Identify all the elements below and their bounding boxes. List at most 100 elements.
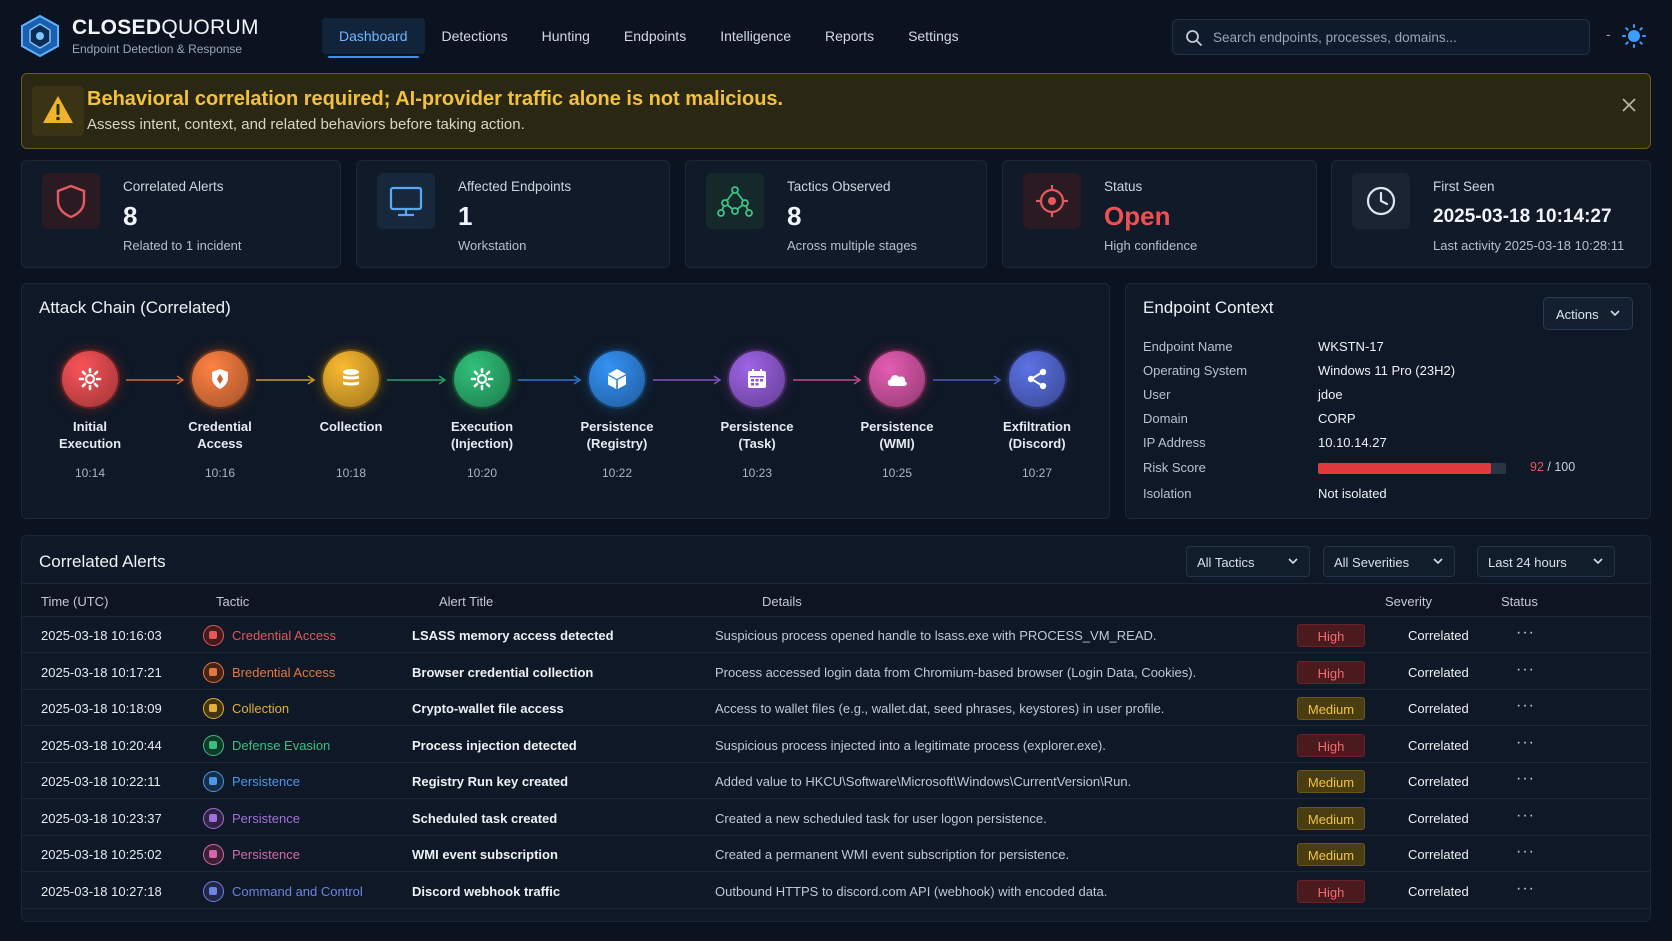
stat-label: Status: [1104, 179, 1143, 194]
table-row[interactable]: 2025-03-18 10:27:18 Command and Control Di…: [22, 874, 1650, 909]
table-row[interactable]: 2025-03-18 10:23:37 Persistence Scheduled …: [22, 801, 1650, 836]
severity-badge: Medium: [1297, 697, 1365, 720]
stat-card-tactics-observed[interactable]: Tactics Observed 8 Across multiple stage…: [685, 160, 987, 268]
alert-time: 2025-03-18 10:17:21: [41, 664, 162, 680]
context-row-os: Operating System Windows 11 Pro (23H2): [1143, 363, 1455, 378]
alert-tactic[interactable]: Defense Evasion: [203, 734, 330, 756]
nav-hunting[interactable]: Hunting: [525, 18, 607, 54]
stat-card-affected-endpoints[interactable]: Affected Endpoints 1 Workstation: [356, 160, 670, 268]
alert-tactic-label: Command and Control: [232, 883, 363, 899]
actions-dropdown[interactable]: Actions: [1543, 297, 1633, 330]
column-header-time[interactable]: Time (UTC): [41, 594, 108, 609]
search-box[interactable]: [1172, 19, 1590, 55]
more-options-icon[interactable]: ···: [1516, 697, 1535, 715]
attack-chain-node-label-line: Persistence: [580, 419, 654, 434]
attack-chain-node[interactable]: Persistence (Task): [702, 351, 812, 452]
more-options-icon[interactable]: ···: [1516, 843, 1535, 861]
stat-card-first-seen[interactable]: First Seen 2025-03-18 10:14:27 Last acti…: [1331, 160, 1651, 268]
attack-chain-node[interactable]: Collection: [296, 351, 406, 435]
attack-chain-node-label: Execution (Injection): [427, 418, 537, 452]
top-bar: CLOSEDQUORUM Endpoint Detection & Respon…: [0, 0, 1672, 72]
attack-chain-node-circle: [192, 351, 248, 407]
sun-theme-icon[interactable]: [1622, 24, 1646, 48]
nav-endpoints[interactable]: Endpoints: [607, 18, 703, 54]
search-icon: [1186, 30, 1202, 46]
severity-badge: High: [1297, 879, 1365, 903]
correlated-alerts-title: Correlated Alerts: [39, 552, 166, 571]
tactic-badge-glyph: [209, 667, 217, 676]
search-input[interactable]: [1213, 20, 1583, 54]
context-row-domain: Domain CORP: [1143, 411, 1356, 426]
table-row[interactable]: 2025-03-18 10:17:21 Bredential Access Brow…: [22, 655, 1650, 690]
filter-label: All Severities: [1334, 555, 1410, 570]
attack-chain-node-label-line: (Injection): [450, 436, 514, 451]
attack-chain-node-label-line: (Discord): [1008, 436, 1066, 451]
alert-status: Correlated: [1408, 664, 1469, 680]
alert-time: 2025-03-18 10:20:44: [41, 737, 162, 753]
alert-tactic-label: Credential Access: [232, 628, 337, 643]
brand-name-bold: CLOSED: [72, 16, 162, 39]
target-icon-box: [1023, 173, 1081, 229]
more-options-icon[interactable]: ···: [1516, 807, 1535, 825]
column-header-details[interactable]: Details: [762, 594, 802, 609]
alert-tactic[interactable]: Bredential Access: [203, 661, 335, 683]
attack-chain-node[interactable]: Persistence (WMI): [842, 351, 952, 452]
risk-score-number: 92: [1530, 460, 1544, 474]
nav-settings[interactable]: Settings: [891, 18, 976, 54]
alert-status: Correlated: [1408, 847, 1469, 862]
table-row[interactable]: 2025-03-18 10:18:09 Collection Crypto-wall…: [22, 691, 1650, 726]
table-row[interactable]: 2025-03-18 10:16:03 Credential Access LSAS…: [22, 618, 1650, 653]
column-header-tactic[interactable]: Tactic: [216, 594, 249, 609]
filter-severities[interactable]: All Severities: [1323, 546, 1455, 577]
nav-dashboard[interactable]: Dashboard: [322, 18, 425, 58]
brand: CLOSEDQUORUM Endpoint Detection & Respon…: [72, 16, 259, 56]
column-header-alert-title[interactable]: Alert Title: [439, 594, 493, 609]
stat-card-correlated-alerts[interactable]: Correlated Alerts 8 Related to 1 inciden…: [21, 160, 341, 268]
attack-chain-node-label-line: Persistence: [860, 419, 934, 434]
stat-card-status[interactable]: Status Open High confidence: [1002, 160, 1317, 268]
filter-time-range[interactable]: Last 24 hours: [1477, 546, 1615, 577]
nav-reports[interactable]: Reports: [808, 18, 891, 54]
table-row[interactable]: 2025-03-18 10:20:44 Defense Evasion Proces…: [22, 728, 1650, 763]
column-header-status[interactable]: Status: [1501, 594, 1538, 609]
table-row[interactable]: 2025-03-18 10:25:02 Persistence WMI event …: [22, 837, 1650, 872]
attack-chain-title: Attack Chain (Correlated): [39, 298, 231, 317]
more-options-icon[interactable]: ···: [1516, 880, 1535, 898]
alert-title: Crypto-wallet file access: [412, 701, 564, 716]
context-row-endpoint-name: Endpoint Name WKSTN-17: [1143, 339, 1384, 354]
alert-tactic[interactable]: Command and Control: [203, 880, 363, 902]
attack-chain-node[interactable]: Exfiltration (Discord): [982, 351, 1092, 452]
tactic-badge-icon: [203, 661, 224, 683]
nav-detections[interactable]: Detections: [425, 18, 525, 54]
table-row[interactable]: 2025-03-18 10:22:11 Persistence Registry R…: [22, 764, 1650, 799]
more-options-icon[interactable]: ···: [1516, 624, 1535, 642]
alert-tactic[interactable]: Credential Access: [203, 625, 336, 646]
nav-intelligence[interactable]: Intelligence: [703, 18, 808, 54]
close-icon[interactable]: [1622, 98, 1636, 112]
tactic-badge-icon: [203, 625, 224, 646]
attack-chain-node-circle: [869, 351, 925, 407]
more-options-icon[interactable]: ···: [1516, 734, 1535, 752]
more-options-icon[interactable]: ···: [1516, 770, 1535, 788]
attack-chain-node[interactable]: Credential Access: [165, 351, 275, 452]
alert-title: Browser credential collection: [412, 664, 594, 680]
alert-tactic[interactable]: Persistence: [203, 844, 300, 865]
more-options-icon[interactable]: ···: [1516, 661, 1535, 679]
alert-tactic[interactable]: Persistence: [203, 771, 300, 792]
column-header-severity[interactable]: Severity: [1385, 594, 1432, 609]
context-value: 10.10.14.27: [1318, 435, 1387, 450]
alert-tactic-label: Collection: [232, 701, 290, 716]
attack-chain-node-label-line: Access: [197, 436, 243, 451]
alert-status: Correlated: [1408, 701, 1469, 716]
chevron-down-icon: [1288, 558, 1298, 565]
warning-banner: Behavioral correlation required; AI-prov…: [21, 73, 1651, 149]
stat-subtext: High confidence: [1104, 238, 1198, 253]
alert-time: 2025-03-18 10:25:02: [41, 847, 162, 862]
filter-tactics[interactable]: All Tactics: [1186, 546, 1310, 577]
alert-tactic[interactable]: Collection: [203, 698, 289, 719]
attack-chain-node[interactable]: Execution (Injection): [427, 351, 537, 452]
brand-name-thin: QUORUM: [161, 16, 259, 39]
alert-tactic[interactable]: Persistence: [203, 807, 300, 829]
attack-chain-node[interactable]: Persistence (Registry): [562, 351, 672, 452]
attack-chain-node[interactable]: Initial Execution: [35, 351, 145, 452]
